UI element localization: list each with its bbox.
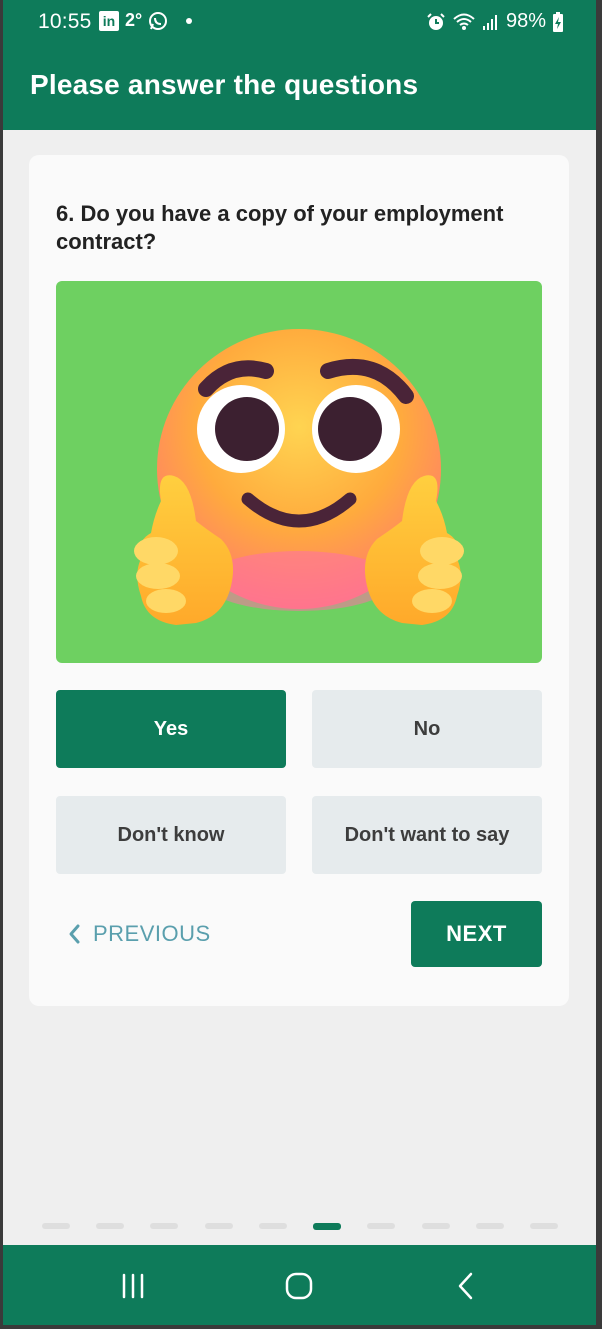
status-time: 10:55 (38, 10, 92, 33)
answer-dont-know-button[interactable]: Don't know (56, 796, 286, 874)
page-dot-4 (204, 1223, 233, 1229)
signal-icon (482, 14, 497, 30)
notification-icons: in 2° (99, 10, 193, 31)
question-image (56, 281, 542, 663)
answer-dont-want-to-say-button[interactable]: Don't want to say (312, 796, 542, 874)
previous-label: PREVIOUS (93, 921, 211, 946)
question-card: 6. Do you have a copy of your employment… (29, 155, 569, 1006)
back-icon[interactable] (449, 1270, 485, 1302)
temperature-indicator: 2° (125, 10, 143, 30)
more-notifications-icon (186, 17, 193, 24)
system-navigation-bar (3, 1245, 596, 1325)
whatsapp-icon (149, 11, 168, 30)
page-indicator (42, 1223, 558, 1231)
app-bar: Please answer the questions (3, 44, 596, 130)
alarm-icon (427, 12, 445, 30)
page-dot-6-active (313, 1223, 342, 1230)
page-title: Please answer the questions (30, 69, 419, 100)
wifi-icon (453, 13, 475, 30)
answer-no-button[interactable]: No (312, 690, 542, 768)
answer-yes-button[interactable]: Yes (56, 690, 286, 768)
status-bar: 10:55 in 2° 98% (3, 0, 596, 44)
page-dot-5 (258, 1223, 287, 1229)
phone-screen: 10:55 in 2° 98% Please answer the questi… (3, 0, 596, 1325)
page-dot-10 (529, 1223, 558, 1229)
page-dot-1 (42, 1223, 70, 1229)
question-text: 6. Do you have a copy of your employment… (56, 201, 504, 254)
page-dot-3 (150, 1223, 179, 1229)
previous-button[interactable]: PREVIOUS (67, 917, 211, 951)
chevron-left-icon (69, 924, 80, 944)
battery-percentage: 98% (505, 10, 546, 32)
system-icons: 98% (426, 10, 564, 33)
page-dot-7 (367, 1223, 396, 1229)
page-dot-9 (475, 1223, 504, 1229)
home-icon[interactable] (281, 1270, 317, 1302)
linkedin-icon: in (99, 10, 119, 31)
recents-icon[interactable] (115, 1270, 151, 1302)
battery-charging-icon (553, 11, 563, 32)
thumbs-up-smiling-face-icon (134, 329, 464, 625)
page-dot-8 (421, 1223, 450, 1229)
next-button[interactable]: NEXT (411, 901, 542, 967)
page-dot-2 (96, 1223, 125, 1229)
